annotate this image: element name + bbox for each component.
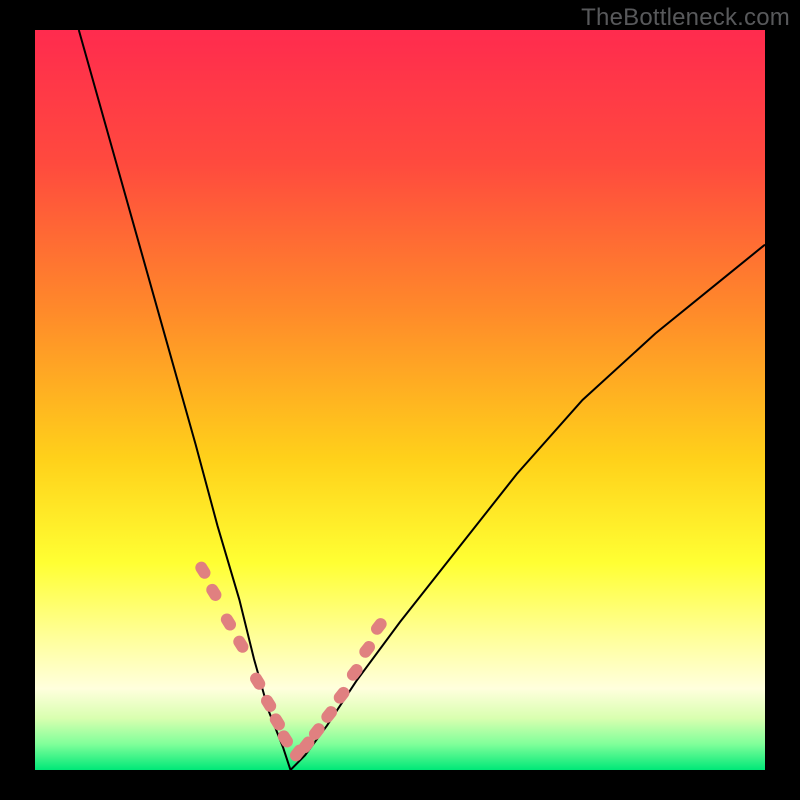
watermark-text: TheBottleneck.com <box>581 4 790 32</box>
plot-gradient-rect <box>35 30 765 770</box>
chart-stage: { "watermark": "TheBottleneck.com", "col… <box>0 0 800 800</box>
bottleneck-chart <box>0 0 800 800</box>
